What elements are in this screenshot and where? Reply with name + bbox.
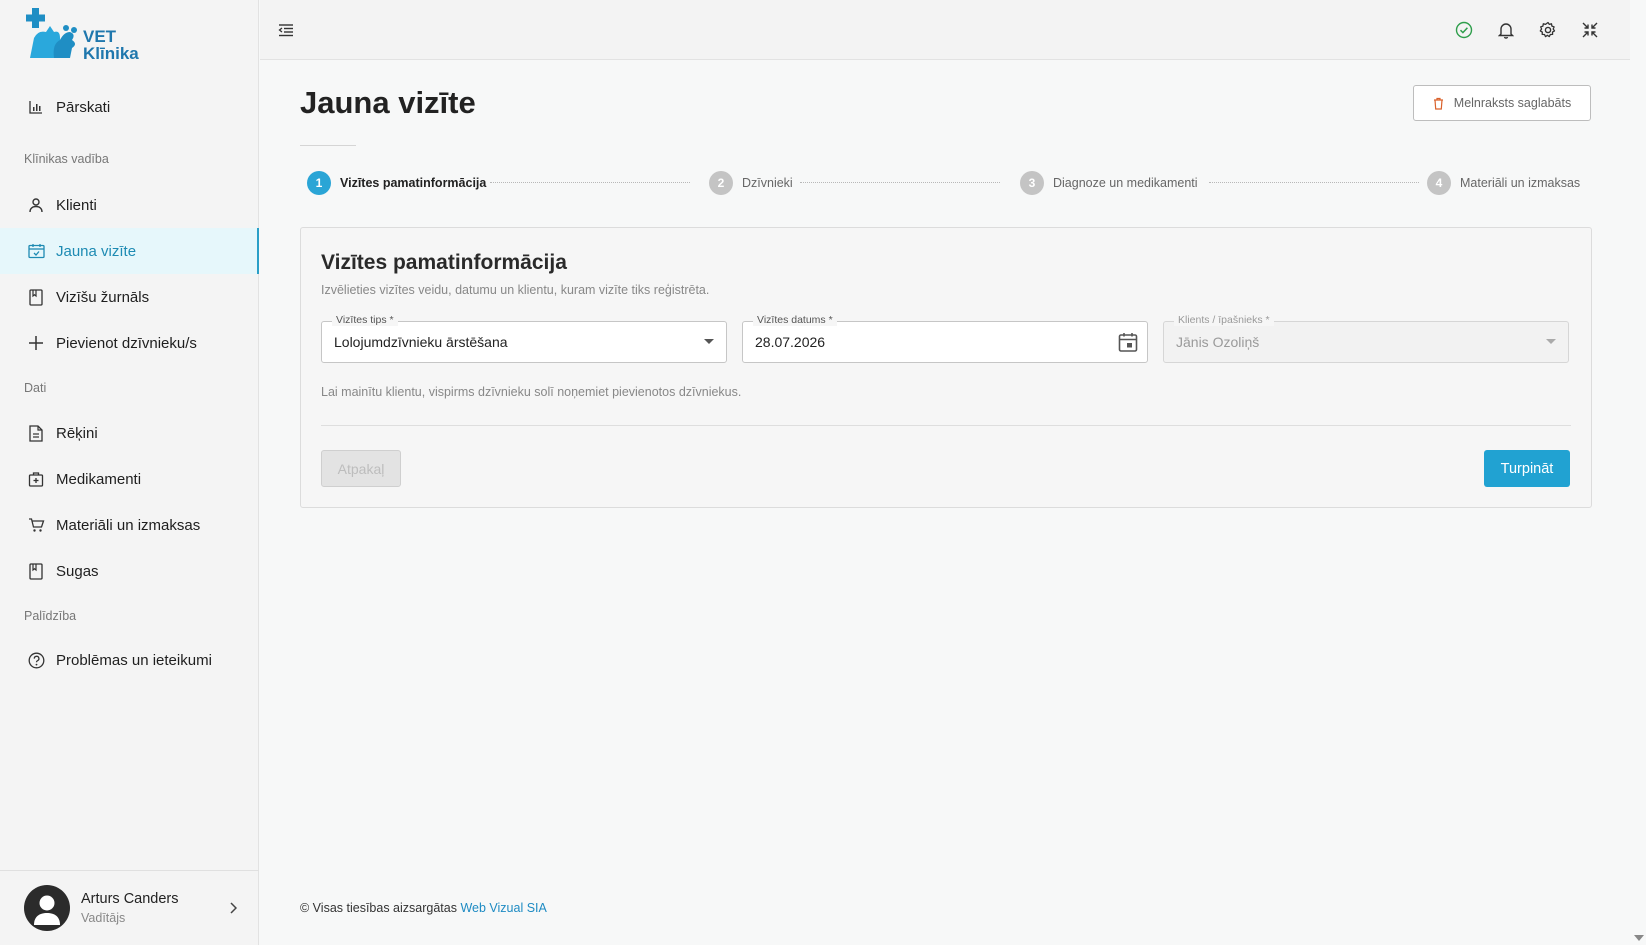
client-change-hint: Lai mainītu klientu, vispirms dzīvnieku … xyxy=(321,385,742,399)
sidebar-item-materiali[interactable]: Materiāli un izmaksas xyxy=(0,502,259,548)
card-subtitle: Izvēlieties vizītes veidu, datumu un kli… xyxy=(321,283,710,297)
bar-chart-icon xyxy=(27,98,45,116)
step-connector xyxy=(490,182,690,183)
sidebar-item-rekini[interactable]: Rēķini xyxy=(0,410,259,456)
user-role: Vadītājs xyxy=(81,911,126,925)
sidebar-item-vizisu-zurnals[interactable]: Vizīšu žurnāls xyxy=(0,274,259,320)
chevron-right-icon[interactable] xyxy=(229,901,238,917)
footer: © Visas tiesības aizsargātas Web Vizual … xyxy=(300,901,547,915)
sidebar-section-title: Klīnikas vadība xyxy=(24,152,109,166)
sidebar-item-label: Pievienot dzīvnieku/s xyxy=(56,334,197,352)
page-title: Jauna vizīte xyxy=(300,85,476,120)
sidebar-item-label: Vizīšu žurnāls xyxy=(56,288,150,306)
app-logo[interactable]: VET Klīnika xyxy=(26,8,166,64)
cart-icon xyxy=(27,516,45,534)
topbar xyxy=(260,0,1630,60)
logo-line-2: Klīnika xyxy=(83,44,139,63)
medical-bag-icon xyxy=(27,470,45,488)
step-label: Dzīvnieki xyxy=(742,176,793,190)
check-circle-icon[interactable] xyxy=(1453,19,1475,41)
sidebar-item-label: Medikamenti xyxy=(56,470,142,488)
sidebar-item-label: Problēmas un ieteikumi xyxy=(56,651,212,669)
calendar-icon[interactable] xyxy=(1118,332,1138,358)
draft-saved-button[interactable]: Melnraksts saglabāts xyxy=(1413,85,1591,121)
visit-type-select[interactable]: Vizītes tips * Lolojumdzīvnieku ārstēšan… xyxy=(321,314,727,363)
user-profile[interactable]: Arturs Canders Vadītājs xyxy=(0,870,259,945)
help-circle-icon xyxy=(27,651,45,669)
sidebar-item-jauna-vizite[interactable]: Jauna vizīte xyxy=(0,228,259,274)
visit-date-field[interactable]: Vizītes datums * 28.07.2026 xyxy=(742,314,1148,363)
field-value: Jānis Ozoliņš xyxy=(1176,334,1260,350)
dropdown-arrow-icon xyxy=(704,339,714,344)
sidebar-item-label: Materiāli un izmaksas xyxy=(56,516,201,534)
visit-info-card: Vizītes pamatinformācija Izvēlieties viz… xyxy=(300,227,1592,508)
field-value: 28.07.2026 xyxy=(755,334,826,350)
sidebar-item-problemas[interactable]: Problēmas un ieteikumi xyxy=(0,637,259,683)
scroll-down-arrow-icon[interactable] xyxy=(1634,935,1644,941)
bell-icon[interactable] xyxy=(1495,19,1517,41)
plus-icon xyxy=(27,334,45,352)
sidebar-item-medikamenti[interactable]: Medikamenti xyxy=(0,456,259,502)
stepper: 1 Vizītes pamatinformācija 2 Dzīvnieki 3… xyxy=(307,171,1587,195)
step-connector xyxy=(800,182,1000,183)
field-label: Vizītes tips * xyxy=(332,314,398,326)
step-connector xyxy=(1209,182,1419,183)
company-link[interactable]: Web Vizual SIA xyxy=(460,901,546,915)
step-4[interactable]: 4 Materiāli un izmaksas xyxy=(1427,171,1580,195)
scrollbar[interactable] xyxy=(1630,0,1646,945)
sidebar-item-label: Klienti xyxy=(56,196,97,214)
sidebar-item-label: Rēķini xyxy=(56,424,98,442)
user-info: Arturs Canders Vadītājs xyxy=(81,891,179,925)
title-divider xyxy=(300,145,356,146)
draft-saved-label: Melnraksts saglabāts xyxy=(1453,96,1572,110)
document-icon xyxy=(27,424,45,442)
sidebar-item-sugas[interactable]: Sugas xyxy=(0,548,259,594)
logo-text: VET Klīnika xyxy=(83,28,139,62)
calendar-check-icon xyxy=(27,242,45,260)
client-select[interactable]: Klients / īpašnieks * Jānis Ozoliņš xyxy=(1163,314,1569,363)
gear-icon[interactable] xyxy=(1537,19,1559,41)
sidebar-item-label: Jauna vizīte xyxy=(56,242,137,260)
user-name: Arturs Canders xyxy=(81,891,179,907)
step-label: Vizītes pamatinformācija xyxy=(340,176,487,190)
sidebar-item-label: Pārskati xyxy=(56,98,111,116)
sidebar-item-parskati[interactable]: Pārskati xyxy=(0,84,259,130)
sidebar-item-pievienot-dzivnieku[interactable]: Pievienot dzīvnieku/s xyxy=(0,320,259,366)
bookmark-icon xyxy=(27,288,45,306)
menu-collapse-icon[interactable] xyxy=(275,19,297,41)
step-1[interactable]: 1 Vizītes pamatinformācija xyxy=(307,171,486,195)
trash-icon xyxy=(1433,97,1444,110)
sidebar-item-klienti[interactable]: Klienti xyxy=(0,182,259,228)
field-label: Klients / īpašnieks * xyxy=(1174,314,1274,326)
step-3[interactable]: 3 Diagnoze un medikamenti xyxy=(1020,171,1198,195)
fullscreen-exit-icon[interactable] xyxy=(1579,19,1601,41)
card-title: Vizītes pamatinformācija xyxy=(321,251,567,274)
field-label: Vizītes datums * xyxy=(753,314,837,326)
step-number: 4 xyxy=(1427,171,1451,195)
user-icon xyxy=(27,196,45,214)
sidebar-section-title: Dati xyxy=(24,381,47,395)
sidebar-section-title: Palīdzība xyxy=(24,609,77,623)
vet-logo-icon xyxy=(26,8,77,58)
step-number: 1 xyxy=(307,171,331,195)
bookmark-icon xyxy=(27,562,45,580)
avatar xyxy=(24,885,70,931)
back-button[interactable]: Atpakaļ xyxy=(321,450,401,487)
step-number: 2 xyxy=(709,171,733,195)
field-value: Lolojumdzīvnieku ārstēšana xyxy=(334,334,508,350)
sidebar: VET Klīnika Pārskati Klīnikas vadība Kli… xyxy=(0,0,259,945)
step-label: Materiāli un izmaksas xyxy=(1460,176,1581,190)
step-number: 3 xyxy=(1020,171,1044,195)
logo-line-1: VET xyxy=(83,27,117,46)
copyright-text: © Visas tiesības aizsargātas xyxy=(300,901,457,915)
continue-button[interactable]: Turpināt xyxy=(1484,450,1570,487)
sidebar-item-label: Sugas xyxy=(56,562,99,580)
card-divider xyxy=(321,425,1571,426)
step-label: Diagnoze un medikamenti xyxy=(1053,176,1198,190)
step-2[interactable]: 2 Dzīvnieki xyxy=(709,171,793,195)
dropdown-arrow-icon xyxy=(1546,339,1556,344)
